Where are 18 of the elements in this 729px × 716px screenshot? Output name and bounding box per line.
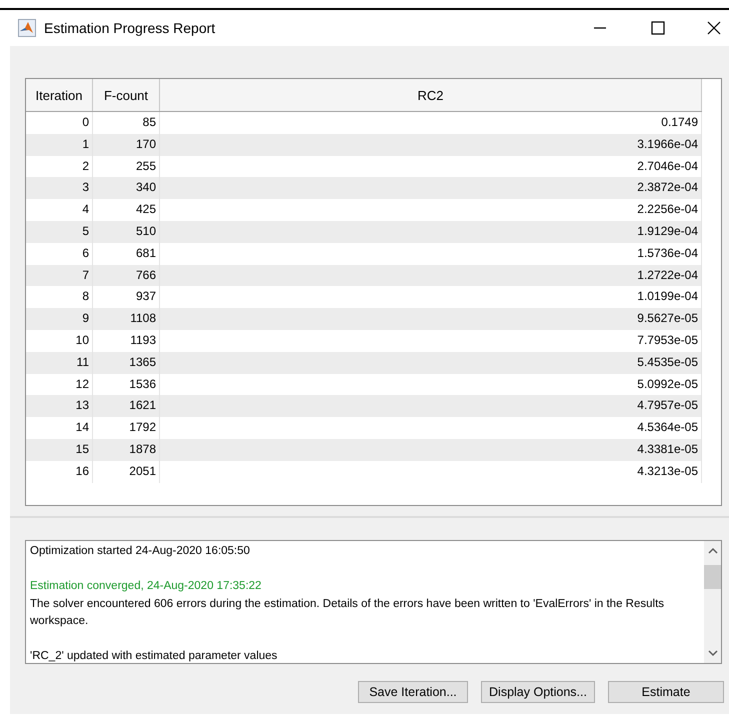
action-button[interactable]: Estimate bbox=[608, 681, 724, 703]
table-cell: 2051 bbox=[93, 460, 160, 483]
column-header[interactable]: Iteration bbox=[26, 79, 93, 111]
window-title: Estimation Progress Report bbox=[44, 18, 216, 38]
scrollbar[interactable] bbox=[704, 541, 721, 663]
action-button[interactable]: Display Options... bbox=[481, 681, 595, 703]
column-header[interactable]: RC2 bbox=[160, 79, 702, 111]
scroll-up-icon[interactable] bbox=[708, 547, 718, 555]
scroll-down-icon[interactable] bbox=[708, 649, 718, 657]
table-cell: 4.3213e-05 bbox=[160, 460, 702, 483]
log-text: Optimization started 24-Aug-2020 16:05:50 Estimation converged, 24-Aug-2020 17:35:22 The solver encountered 606 errors during the estimation. Details of the errors have been written to 'EvalErrors' in the Results workspace. 'RC_2' updated with estimated parameter values bbox=[29, 544, 666, 663]
table-cell: 16 bbox=[26, 460, 93, 483]
app-icon bbox=[18, 19, 36, 37]
close-icon[interactable] bbox=[707, 21, 721, 35]
action-button[interactable]: Save Iteration... bbox=[358, 681, 468, 703]
maximize-icon[interactable] bbox=[651, 21, 665, 35]
column-header[interactable]: F-count bbox=[93, 79, 160, 111]
scroll-thumb[interactable] bbox=[704, 565, 721, 589]
